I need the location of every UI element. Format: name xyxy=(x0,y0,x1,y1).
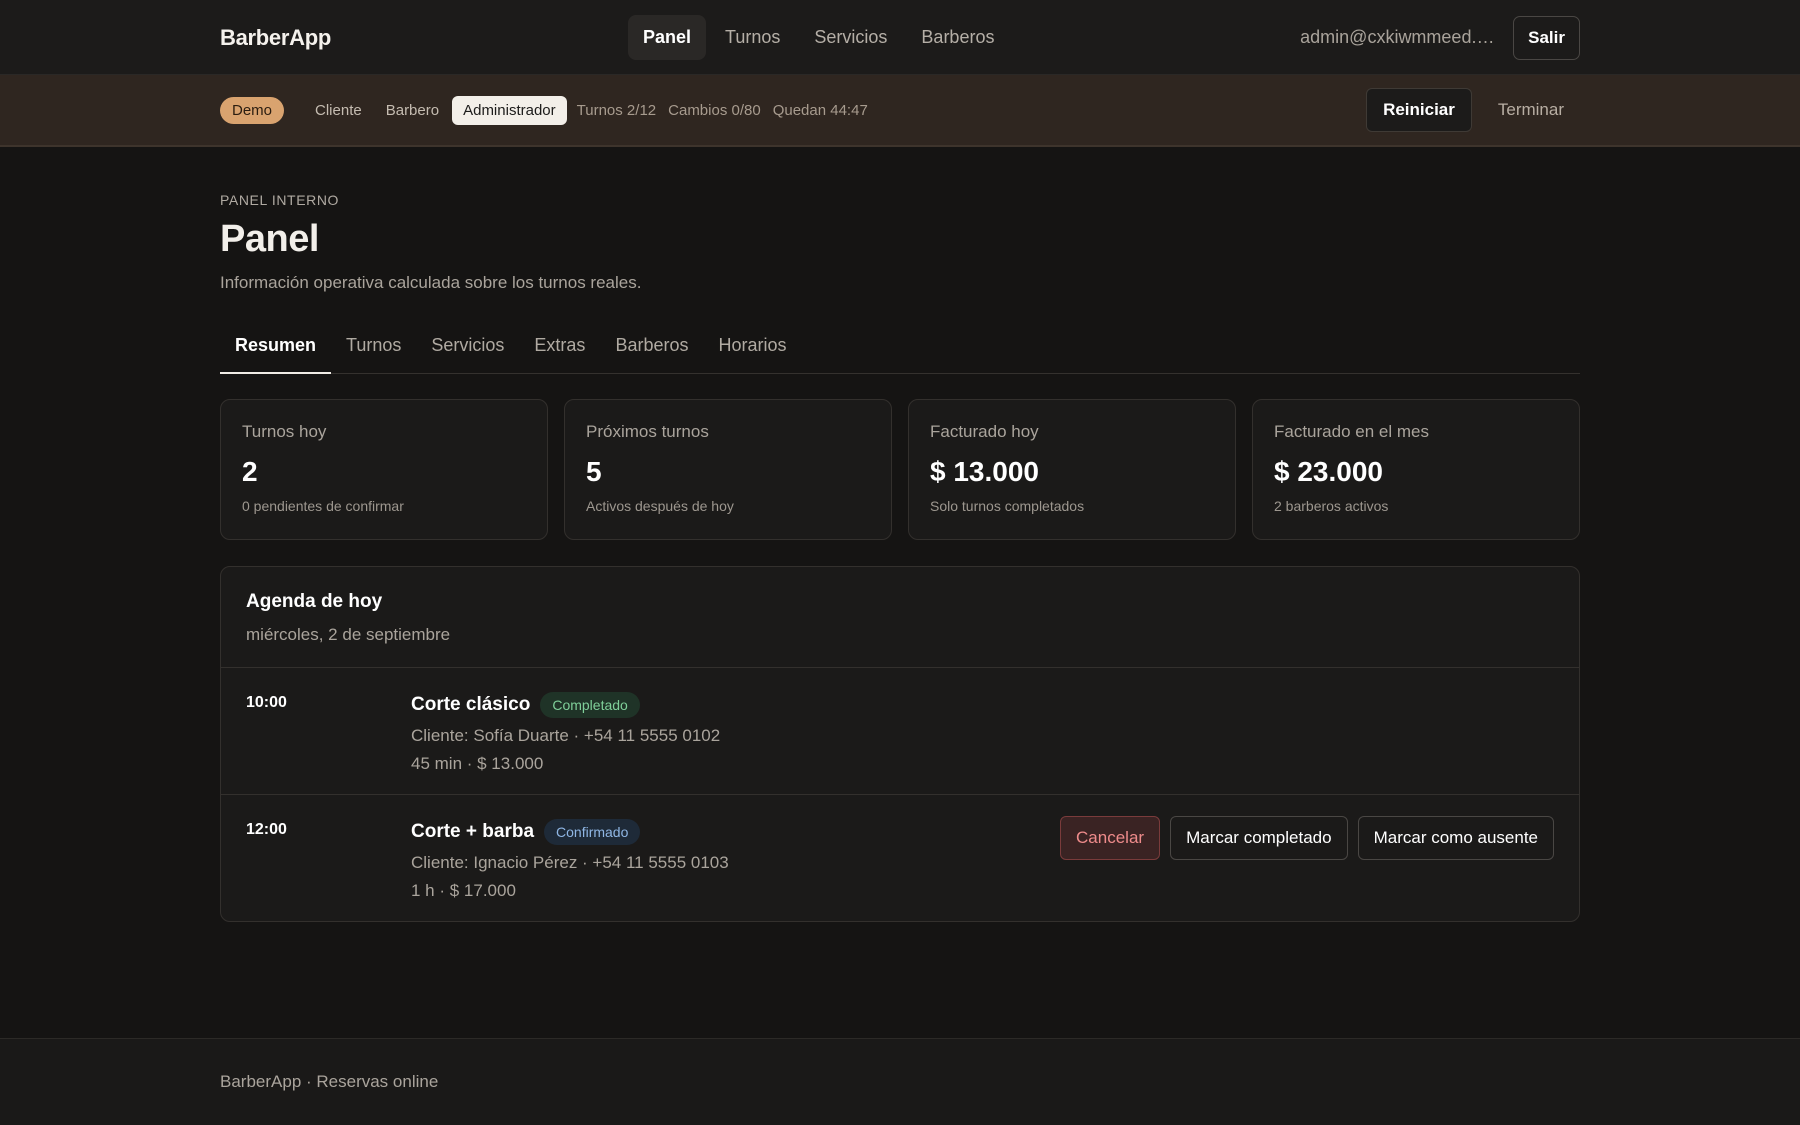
nav-barberos[interactable]: Barberos xyxy=(906,15,1009,60)
nav-panel[interactable]: Panel xyxy=(628,15,707,60)
section-tabs: Resumen Turnos Servicios Extras Barberos… xyxy=(220,323,1580,374)
reset-demo-button[interactable]: Reiniciar xyxy=(1366,88,1472,132)
stat-card-facturado-mes: Facturado en el mes $ 23.000 2 barberos … xyxy=(1252,399,1580,540)
main-content: PANEL INTERNO Panel Información operativ… xyxy=(220,192,1580,922)
tab-extras[interactable]: Extras xyxy=(519,323,600,373)
stat-value: $ 23.000 xyxy=(1274,456,1383,487)
cancel-appointment-button[interactable]: Cancelar xyxy=(1060,816,1161,860)
nav-servicios[interactable]: Servicios xyxy=(799,15,902,60)
logout-button[interactable]: Salir xyxy=(1513,15,1580,60)
mark-completed-button[interactable]: Marcar completado xyxy=(1170,816,1348,860)
demo-badge: Demo xyxy=(220,96,285,124)
end-demo-button[interactable]: Terminar xyxy=(1482,89,1580,131)
stat-label: Facturado en el mes xyxy=(1274,422,1429,441)
stat-card-proximos-turnos: Próximos turnos 5 Activos después de hoy xyxy=(564,399,892,540)
page-eyebrow: PANEL INTERNO xyxy=(220,192,340,208)
role-barbero[interactable]: Barbero xyxy=(375,96,450,125)
appointment-row: 12:00 Corte + barba Confirmado Cliente: … xyxy=(221,795,1579,921)
footer: BarberApp · Reservas online xyxy=(0,1038,1800,1125)
main-nav: Panel Turnos Servicios Barberos xyxy=(628,15,1300,60)
demo-time-left: Quedan 44:47 xyxy=(772,101,868,119)
appointment-details: 1 h · $ 17.000 xyxy=(411,881,516,900)
tab-resumen[interactable]: Resumen xyxy=(220,323,332,374)
mark-absent-button[interactable]: Marcar como ausente xyxy=(1357,816,1554,860)
status-badge: Confirmado xyxy=(544,819,641,845)
stat-note: Solo turnos completados xyxy=(930,498,1085,514)
user-box: admin@cxkiwmmeed.d... Salir xyxy=(1300,15,1580,60)
footer-text: BarberApp · Reservas online xyxy=(220,1072,439,1091)
appointment-row: 10:00 Corte clásico Completado Cliente: … xyxy=(221,668,1579,795)
stat-note: 2 barberos activos xyxy=(1274,498,1389,514)
stats-row: Turnos hoy 2 0 pendientes de confirmar P… xyxy=(220,399,1580,540)
stat-note: 0 pendientes de confirmar xyxy=(242,498,404,514)
stat-value: $ 13.000 xyxy=(930,456,1039,487)
page-title: Panel xyxy=(220,218,319,260)
appointment-service: Corte clásico xyxy=(411,694,531,715)
stat-card-facturado-hoy: Facturado hoy $ 13.000 Solo turnos compl… xyxy=(908,399,1236,540)
role-administrador[interactable]: Administrador xyxy=(452,95,567,125)
stat-label: Turnos hoy xyxy=(242,422,327,441)
appointment-body: Corte clásico Completado Cliente: Sofía … xyxy=(411,692,1554,774)
stat-note: Activos después de hoy xyxy=(586,498,734,514)
status-badge: Completado xyxy=(540,692,640,718)
appointment-actions: Cancelar Marcar completado Marcar como a… xyxy=(1060,816,1554,860)
appointment-details: 45 min · $ 13.000 xyxy=(411,754,544,773)
role-cliente[interactable]: Cliente xyxy=(304,96,373,125)
page-subtitle: Información operativa calculada sobre lo… xyxy=(220,273,642,292)
tab-horarios[interactable]: Horarios xyxy=(703,323,801,373)
tab-barberos[interactable]: Barberos xyxy=(600,323,703,373)
stat-value: 2 xyxy=(242,456,258,487)
agenda-title: Agenda de hoy xyxy=(246,591,383,612)
top-navbar: BarberApp Panel Turnos Servicios Barbero… xyxy=(0,0,1800,75)
appointment-time: 10:00 xyxy=(246,694,287,711)
agenda-header: Agenda de hoy miércoles, 2 de septiembre xyxy=(221,567,1579,668)
tab-turnos[interactable]: Turnos xyxy=(331,323,416,373)
stat-label: Próximos turnos xyxy=(586,422,709,441)
user-email: admin@cxkiwmmeed.d... xyxy=(1300,27,1496,47)
agenda-card: Agenda de hoy miércoles, 2 de septiembre… xyxy=(220,566,1580,922)
demo-bar: Demo Cliente Barbero Administrador Turno… xyxy=(0,75,1800,147)
stat-label: Facturado hoy xyxy=(930,422,1039,441)
appointment-client: Cliente: Sofía Duarte · +54 11 5555 0102 xyxy=(411,726,721,745)
tab-servicios[interactable]: Servicios xyxy=(416,323,519,373)
stat-value: 5 xyxy=(586,456,602,487)
stat-card-turnos-hoy: Turnos hoy 2 0 pendientes de confirmar xyxy=(220,399,548,540)
brand-logo[interactable]: BarberApp xyxy=(220,25,628,51)
demo-cambios-count: Cambios 0/80 xyxy=(668,101,761,119)
nav-turnos[interactable]: Turnos xyxy=(710,15,795,60)
appointment-service: Corte + barba xyxy=(411,821,535,842)
agenda-date: miércoles, 2 de septiembre xyxy=(246,625,451,644)
appointment-time: 12:00 xyxy=(246,821,287,838)
demo-turnos-count: Turnos 2/12 xyxy=(576,101,657,119)
